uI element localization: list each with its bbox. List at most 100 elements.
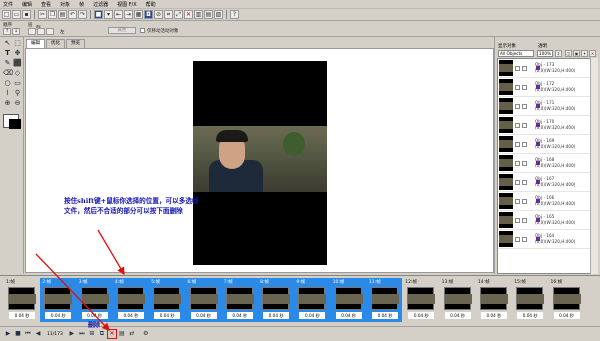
menu-help[interactable]: 帮助 bbox=[146, 1, 156, 8]
panel-btn-3[interactable]: ✦ bbox=[581, 50, 588, 57]
new-icon[interactable]: □ bbox=[2, 10, 11, 19]
frame-cell[interactable]: 4:帧 0.04 秒 bbox=[113, 279, 149, 322]
next-frame-icon[interactable]: ▶ bbox=[68, 330, 76, 338]
frame-duration[interactable]: 0.04 秒 bbox=[45, 312, 72, 319]
visibility-checkbox[interactable] bbox=[515, 236, 520, 242]
shape-tool-icon[interactable]: ◇ bbox=[13, 69, 22, 78]
reverse-frames-icon[interactable]: ⇄ bbox=[128, 330, 136, 338]
move-tool-icon[interactable]: ✥ bbox=[13, 49, 22, 58]
frame-cell[interactable]: 10:帧 0.04 秒 bbox=[331, 279, 367, 322]
frame-cell[interactable]: 2:帧 0.04 秒 bbox=[40, 279, 76, 322]
tab-preview[interactable]: 预览 bbox=[66, 39, 85, 48]
color-icon[interactable]: ■ bbox=[94, 10, 103, 19]
properties-icon[interactable]: ▤ bbox=[204, 10, 213, 19]
frame-duration[interactable]: 0.04 秒 bbox=[117, 312, 144, 319]
dropper-tool-icon[interactable]: ⚲ bbox=[13, 89, 22, 98]
lock-checkbox[interactable] bbox=[522, 84, 527, 90]
frame-properties-icon[interactable]: ▤ bbox=[118, 330, 126, 338]
lock-checkbox[interactable] bbox=[522, 103, 527, 109]
frame-duration[interactable]: 0.04 秒 bbox=[81, 312, 108, 319]
zoom-out-icon[interactable]: ⊖ bbox=[13, 99, 22, 108]
frame-duration[interactable]: 0.04 秒 bbox=[154, 312, 181, 319]
tab-edit[interactable]: 编辑 bbox=[26, 39, 45, 48]
visibility-checkbox[interactable] bbox=[515, 198, 520, 204]
first-frame-icon[interactable]: ⏮ bbox=[24, 330, 32, 338]
frame-cell[interactable]: 8:帧 0.04 秒 bbox=[258, 279, 294, 322]
list-item[interactable]: Obj - 166 (0,0)(W:320,H:400) bbox=[498, 192, 597, 211]
play-icon[interactable]: ▶ bbox=[4, 330, 12, 338]
prohibit-icon[interactable]: ⊘ bbox=[154, 10, 163, 19]
lock-checkbox[interactable] bbox=[522, 122, 527, 128]
frame-duration[interactable]: 0.04 秒 bbox=[299, 312, 326, 319]
list-item[interactable]: Obj - 164 (0,0)(W:320,H:400) bbox=[498, 230, 597, 249]
zoom-in-icon[interactable]: ⊕ bbox=[3, 99, 12, 108]
visibility-checkbox[interactable] bbox=[515, 84, 520, 90]
frame-cell[interactable]: 12:帧 0.04 秒 bbox=[403, 279, 439, 322]
delete-icon[interactable]: ✕ bbox=[184, 10, 193, 19]
add-frame-icon[interactable]: ⊞ bbox=[88, 330, 96, 338]
frame-duration[interactable]: 0.04 秒 bbox=[553, 312, 580, 319]
apply-button[interactable]: 属性 bbox=[108, 27, 136, 34]
layers-icon[interactable]: ▧ bbox=[214, 10, 223, 19]
frame-cell[interactable]: 15:帧 0.04 秒 bbox=[512, 279, 548, 322]
align-btn-3[interactable] bbox=[46, 28, 54, 35]
panel-delete-icon[interactable]: ✕ bbox=[589, 50, 596, 57]
list-item[interactable]: Obj - 167 (0,0)(W:320,H:400) bbox=[498, 173, 597, 192]
frame-duration[interactable]: 0.04 秒 bbox=[190, 312, 217, 319]
duplicate-frame-icon[interactable]: ⧉ bbox=[98, 330, 106, 338]
frame-cell[interactable]: 6:帧 0.04 秒 bbox=[186, 279, 222, 322]
lock-checkbox[interactable] bbox=[522, 65, 527, 71]
fill-tool-icon[interactable]: ⬛ bbox=[13, 59, 22, 68]
ellipse-tool-icon[interactable]: ○ bbox=[3, 79, 12, 88]
frames-icon[interactable]: ▥ bbox=[194, 10, 203, 19]
panel-btn-2[interactable]: ▣ bbox=[573, 50, 580, 57]
object-list-scrollbar[interactable] bbox=[590, 58, 598, 274]
lock-checkbox[interactable] bbox=[522, 160, 527, 166]
copy-icon[interactable]: ❐ bbox=[48, 10, 57, 19]
frame-cell[interactable]: 13:帧 0.04 秒 bbox=[440, 279, 476, 322]
open-icon[interactable]: ▭ bbox=[12, 10, 21, 19]
menu-view[interactable]: 查看 bbox=[41, 1, 51, 8]
tab-optimize[interactable]: 优化 bbox=[46, 39, 65, 48]
opacity-input[interactable]: 100% bbox=[537, 50, 553, 57]
visibility-checkbox[interactable] bbox=[515, 141, 520, 147]
stop-icon[interactable]: ■ bbox=[14, 330, 22, 338]
frame-cell[interactable]: 3:帧 0.04 秒 bbox=[77, 279, 113, 322]
frame-duration[interactable]: 0.04 秒 bbox=[335, 312, 362, 319]
frame-cell[interactable]: 5:帧 0.04 秒 bbox=[149, 279, 185, 322]
menu-view-fx[interactable]: 视图 F/X bbox=[117, 1, 137, 8]
list-item[interactable]: Obj - 171 (0,0)(W:320,H:400) bbox=[498, 97, 597, 116]
menu-frame[interactable]: 帧 bbox=[79, 1, 84, 8]
frame-duration[interactable]: 0.04 秒 bbox=[372, 312, 398, 319]
frame-duration[interactable]: 0.04 秒 bbox=[226, 312, 253, 319]
visibility-checkbox[interactable] bbox=[515, 217, 520, 223]
lock-checkbox[interactable] bbox=[522, 179, 527, 185]
menu-object[interactable]: 对象 bbox=[60, 1, 70, 8]
opacity-spin-icon[interactable]: ↕ bbox=[555, 50, 562, 57]
pointer-tool-icon[interactable]: ↖ bbox=[3, 39, 12, 48]
text-tool-icon[interactable]: T bbox=[3, 49, 12, 58]
last-frame-icon[interactable]: ⏭ bbox=[78, 330, 86, 338]
frame-cell[interactable]: 11:帧 0.04 秒 bbox=[367, 279, 403, 322]
lock-checkbox[interactable] bbox=[522, 217, 527, 223]
frame-duration[interactable]: 0.04 秒 bbox=[480, 312, 507, 319]
eraser-tool-icon[interactable]: ⌫ bbox=[3, 69, 13, 78]
color-swatch-fg[interactable] bbox=[9, 119, 21, 129]
frame-duration[interactable]: 0.04 秒 bbox=[444, 312, 471, 319]
visibility-checkbox[interactable] bbox=[515, 179, 520, 185]
cut-icon[interactable]: ✂ bbox=[38, 10, 47, 19]
list-item[interactable]: Obj - 169 (0,0)(W:320,H:400) bbox=[498, 135, 597, 154]
select-tool-icon[interactable]: ⬚ bbox=[13, 39, 22, 48]
pen-tool-icon[interactable]: ✎ bbox=[3, 59, 12, 68]
prev-frame-icon[interactable]: ◀ bbox=[34, 330, 42, 338]
frame-duration[interactable]: 0.04 秒 bbox=[408, 312, 435, 319]
list-item[interactable]: Obj - 172 (0,0)(W:320,H:400) bbox=[498, 78, 597, 97]
menu-filter[interactable]: 过滤器 bbox=[93, 1, 108, 8]
rect-tool-icon[interactable]: ▭ bbox=[13, 79, 22, 88]
brush-tool-icon[interactable]: ⌇ bbox=[3, 89, 12, 98]
frame-duration[interactable]: 0.04 秒 bbox=[517, 312, 544, 319]
align-btn-1[interactable] bbox=[28, 28, 36, 35]
frame-cell[interactable]: 1:帧 0.04 秒 bbox=[4, 279, 40, 322]
frame-cell[interactable]: 16:帧 0.04 秒 bbox=[549, 279, 585, 322]
lock-checkbox[interactable] bbox=[522, 198, 527, 204]
